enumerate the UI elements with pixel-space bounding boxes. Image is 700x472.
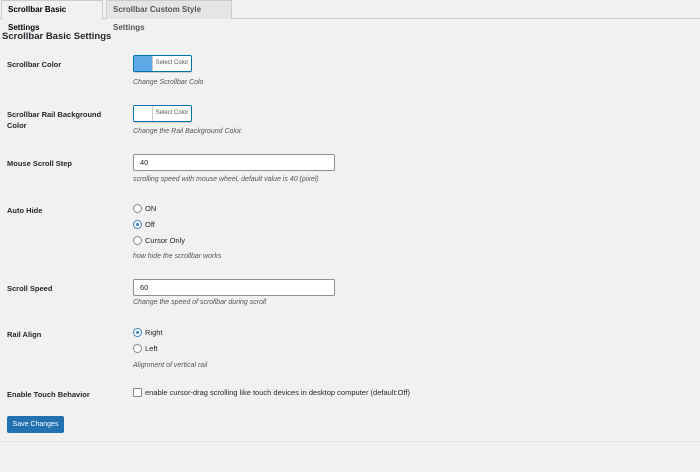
mouse-scroll-step-description: scrolling speed with mouse wheel, defaul… bbox=[133, 176, 319, 183]
auto-hide-description: how hide the scrollbar works bbox=[133, 253, 222, 260]
select-color-label: Select Color bbox=[152, 106, 191, 121]
radio-button[interactable] bbox=[133, 328, 142, 337]
scroll-speed-input[interactable]: 60 bbox=[133, 279, 335, 296]
touch-behavior-checkbox[interactable] bbox=[133, 388, 142, 397]
radio-label: Off bbox=[145, 220, 155, 229]
radio-label: ON bbox=[145, 204, 157, 213]
select-color-label: Select Color bbox=[152, 56, 191, 71]
rail-background-color-swatch bbox=[134, 106, 152, 121]
settings-tabs: Scrollbar Basic Settings Scrollbar Custo… bbox=[0, 0, 700, 32]
rail-align-label: Rail Align bbox=[7, 330, 42, 339]
radio-label: Left bbox=[145, 344, 158, 353]
mouse-scroll-step-input[interactable]: 40 bbox=[133, 154, 335, 171]
radio-label: Right bbox=[145, 328, 163, 337]
scrollbar-color-label: Scrollbar Color bbox=[7, 60, 62, 69]
divider bbox=[0, 441, 700, 442]
auto-hide-label: Auto Hide bbox=[7, 206, 43, 215]
section-title: Scrollbar Basic Settings bbox=[2, 31, 112, 42]
mouse-scroll-step-label: Mouse Scroll Step bbox=[7, 159, 73, 168]
radio-label: Cursor Only bbox=[145, 236, 186, 245]
radio-button[interactable] bbox=[133, 236, 142, 245]
rail-background-color-picker-button[interactable]: Select Color bbox=[133, 105, 192, 122]
touch-behavior-label: Enable Touch Behavior bbox=[7, 390, 90, 399]
radio-button[interactable] bbox=[133, 344, 142, 353]
tab-basic-settings[interactable]: Scrollbar Basic Settings bbox=[1, 0, 103, 32]
rail-background-color-description: Change the Rail Background Color. bbox=[133, 128, 243, 135]
scroll-speed-description: Change the speed of scrollbar during scr… bbox=[133, 299, 267, 306]
rail-align-description: Alignment of vertical rail bbox=[133, 362, 208, 369]
scroll-speed-label: Scroll Speed bbox=[7, 284, 53, 293]
radio-button[interactable] bbox=[133, 220, 142, 229]
radio-button[interactable] bbox=[133, 204, 142, 213]
scrollbar-color-description: Change Scrollbar Colo bbox=[133, 79, 204, 86]
scrollbar-color-swatch bbox=[134, 56, 152, 71]
tab-custom-style-settings[interactable]: Scrollbar Custom Style Settings bbox=[106, 0, 232, 32]
save-changes-button[interactable]: Save Changes bbox=[7, 416, 64, 433]
scrollbar-color-picker-button[interactable]: Select Color bbox=[133, 55, 192, 72]
touch-behavior-checkbox-label[interactable]: enable cursor-drag scrolling like touch … bbox=[145, 387, 410, 398]
rail-background-color-label: Scrollbar Rail Background Color bbox=[7, 110, 102, 130]
